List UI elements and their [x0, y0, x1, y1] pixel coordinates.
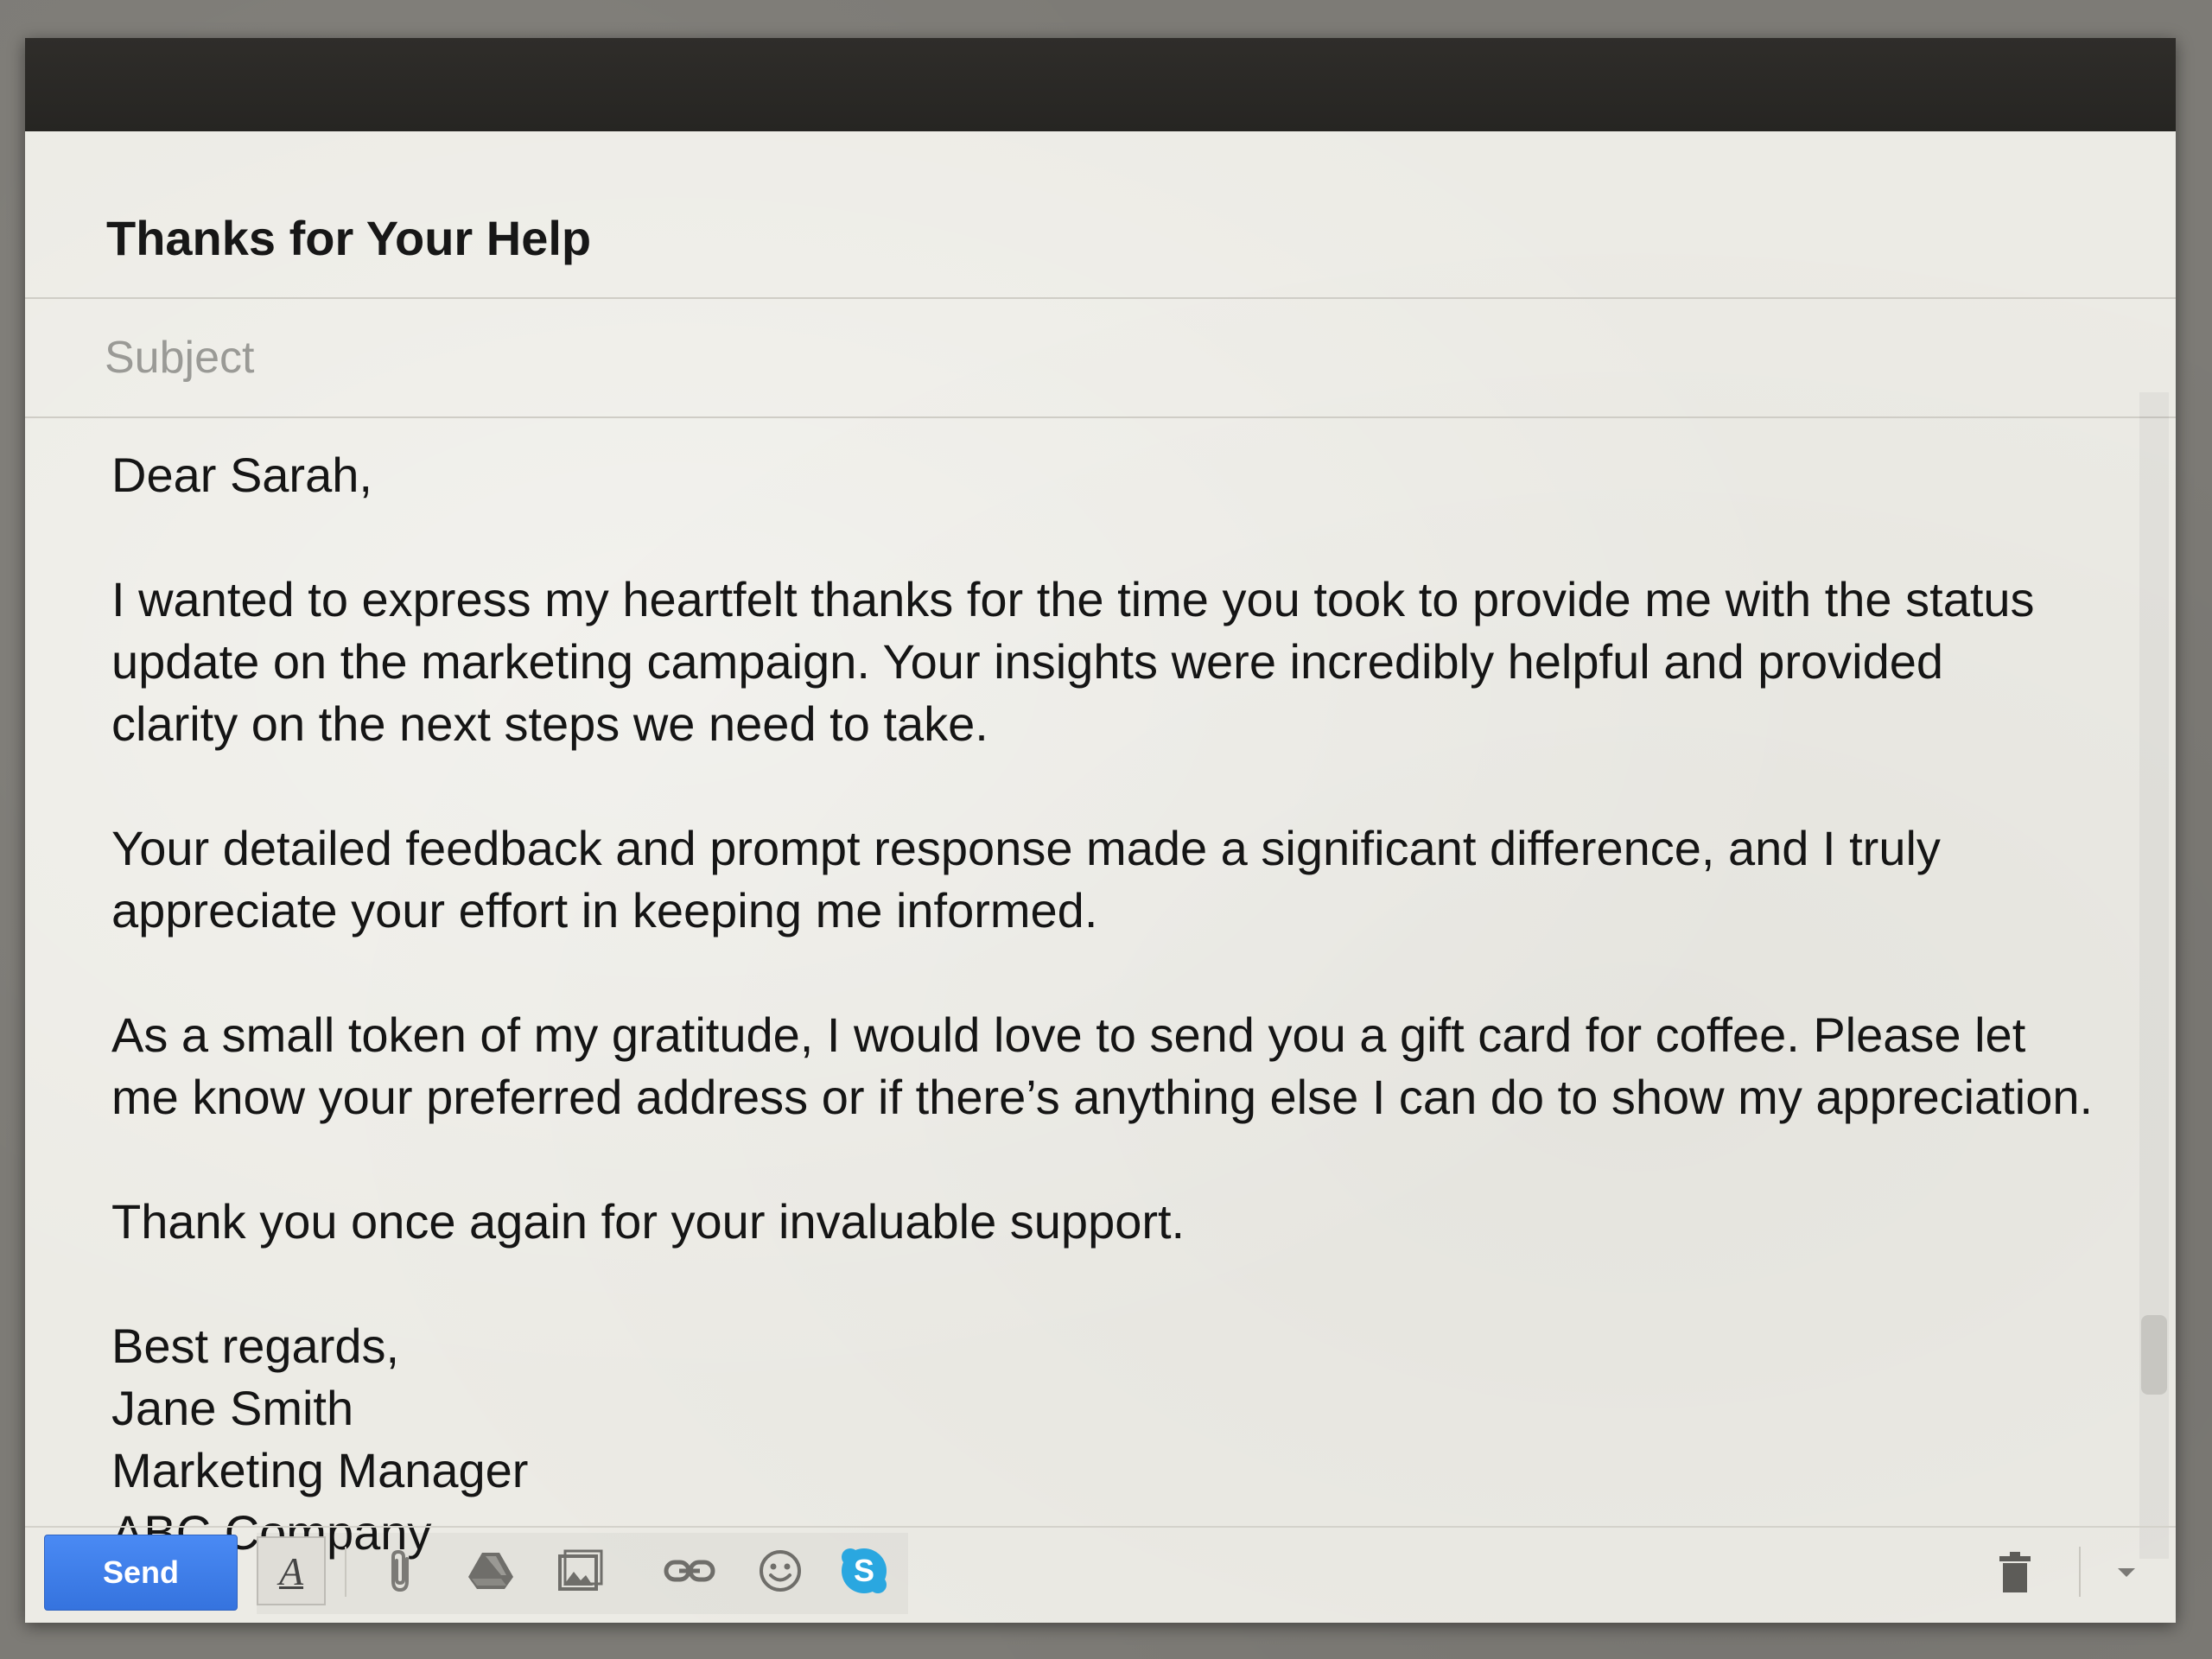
- greeting: Dear Sarah,: [111, 448, 372, 502]
- link-icon[interactable]: [658, 1540, 721, 1602]
- compose-toolbar: Send A S: [25, 1526, 2176, 1623]
- closing-line: Thank you once again for your invaluable…: [111, 1194, 1185, 1249]
- formatting-button[interactable]: A: [257, 1536, 326, 1605]
- paragraph-line: Your detailed feedback and prompt respon…: [111, 821, 1941, 875]
- recipient-row[interactable]: Thanks for Your Help: [25, 131, 2176, 299]
- paragraph-line: I wanted to express my heartfelt thanks …: [111, 572, 2035, 626]
- send-button[interactable]: Send: [44, 1535, 238, 1611]
- paragraph-line: update on the marketing campaign. Your i…: [111, 634, 1944, 689]
- emoji-icon[interactable]: [749, 1540, 811, 1602]
- toolbar-divider: [2079, 1547, 2081, 1597]
- toolbar-divider: [345, 1547, 346, 1597]
- skype-icon[interactable]: S: [833, 1540, 895, 1602]
- drive-icon[interactable]: [460, 1540, 522, 1602]
- recipient-field[interactable]: Thanks for Your Help: [106, 214, 591, 263]
- paragraph-line: me know your preferred address or if the…: [111, 1070, 2094, 1124]
- subject-row: [25, 299, 2176, 418]
- trash-icon[interactable]: [1984, 1541, 2046, 1604]
- signoff-line: Best regards,: [111, 1319, 400, 1373]
- attach-icon[interactable]: [371, 1540, 433, 1602]
- paragraph-line: As a small token of my gratitude, I woul…: [111, 1007, 2026, 1062]
- svg-text:S: S: [854, 1553, 874, 1588]
- paragraph-line: clarity on the next steps we need to tak…: [111, 696, 988, 751]
- signature-name: Jane Smith: [111, 1381, 354, 1435]
- message-body[interactable]: Dear Sarah, I wanted to express my heart…: [25, 418, 2133, 1564]
- photo-icon[interactable]: [549, 1540, 611, 1602]
- subject-input[interactable]: [105, 330, 1487, 385]
- compose-window: Thanks for Your Help Dear Sarah, I wante…: [25, 38, 2176, 1623]
- more-options-icon[interactable]: [2096, 1541, 2157, 1604]
- signature-title: Marketing Manager: [111, 1443, 529, 1497]
- message-text[interactable]: Dear Sarah, I wanted to express my heart…: [111, 444, 2125, 1564]
- scrollbar-thumb[interactable]: [2141, 1315, 2167, 1395]
- paragraph-line: appreciate your effort in keeping me inf…: [111, 883, 1098, 938]
- title-bar[interactable]: [25, 38, 2176, 131]
- formatting-icon: A: [278, 1548, 304, 1593]
